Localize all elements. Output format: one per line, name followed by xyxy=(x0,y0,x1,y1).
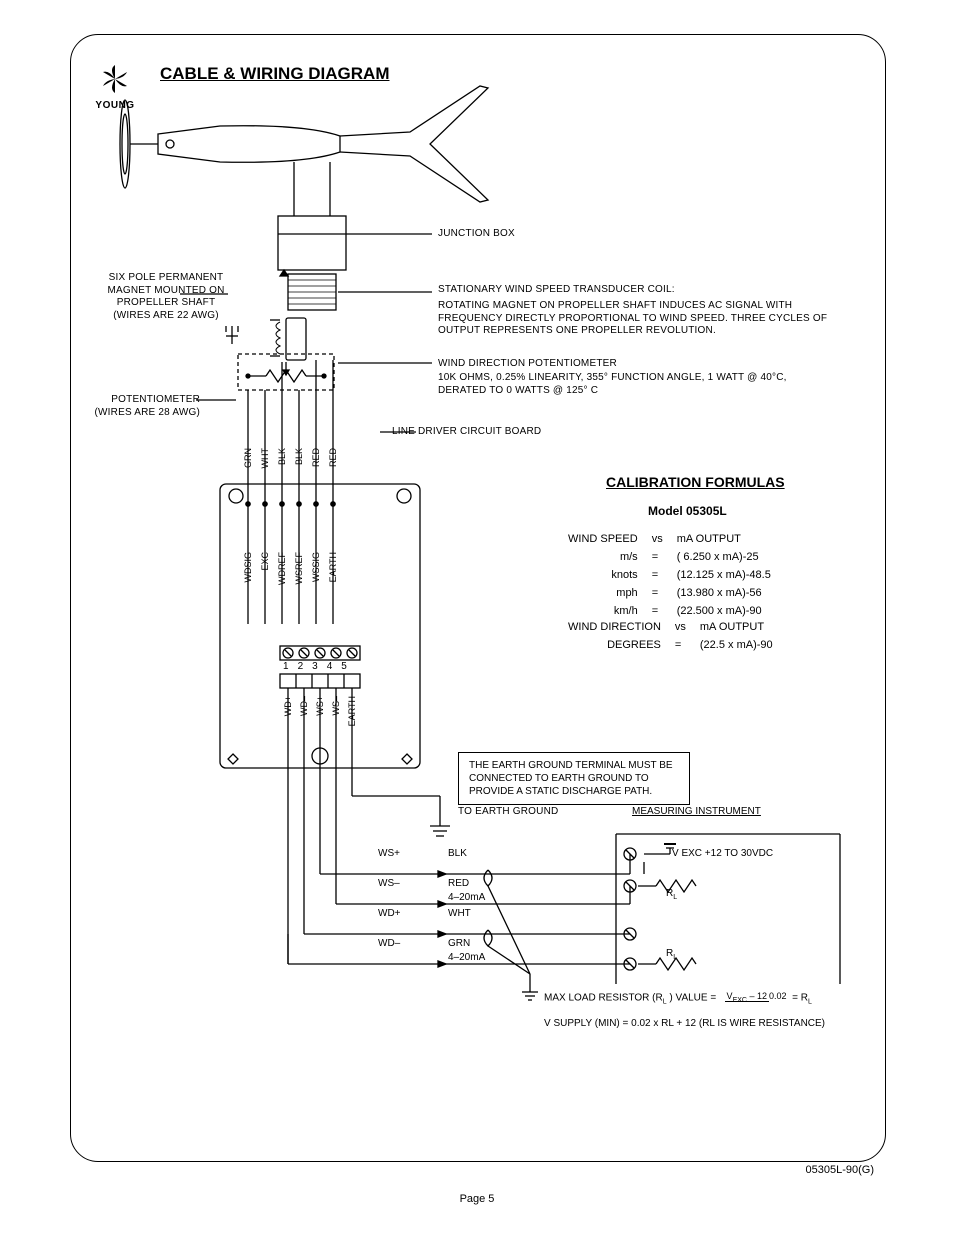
junction-box-label: JUNCTION BOX xyxy=(438,228,515,241)
to-earth-label: TO EARTH GROUND xyxy=(458,806,558,819)
output-tag: WS+ xyxy=(378,848,400,859)
table-row: knots=(12.125 x mA)-48.5 xyxy=(562,568,777,584)
signal-label: WDSIG xyxy=(243,552,253,583)
terminal-label: WD– xyxy=(299,696,309,716)
document-id: 05305L-90(G) xyxy=(806,1164,875,1176)
potentiometer-note: POTENTIOMETER (WIRES ARE 28 AWG) xyxy=(80,394,200,419)
coil-body: ROTATING MAGNET ON PROPELLER SHAFT INDUC… xyxy=(438,300,838,338)
measuring-instrument-label: MEASURING INSTRUMENT xyxy=(632,806,761,817)
output-color: BLK xyxy=(448,848,467,859)
wire-color: RED xyxy=(328,448,338,467)
output-tag: WD– xyxy=(378,938,400,949)
calibration-speed-table: WIND SPEEDvsmA OUTPUT m/s=( 6.250 x mA)-… xyxy=(560,530,779,622)
dir-pot-spec: 10K OHMS, 0.25% LINEARITY, 355° FUNCTION… xyxy=(438,372,838,397)
signal-label: EARTH xyxy=(328,552,338,582)
page-number: Page 5 xyxy=(0,1193,954,1205)
wire-color: RED xyxy=(311,448,321,467)
current-range: 4–20mA xyxy=(448,892,485,903)
coil-title: STATIONARY WIND SPEED TRANSDUCER COIL: xyxy=(438,284,675,297)
rl-label: RL xyxy=(666,888,677,901)
line-driver-label: LINE DRIVER CIRCUIT BOARD xyxy=(392,426,541,439)
table-row: WIND SPEEDvsmA OUTPUT xyxy=(562,532,777,548)
vexc-label: V EXC +12 TO 30VDC xyxy=(672,848,773,859)
table-row: m/s=( 6.250 x mA)-25 xyxy=(562,550,777,566)
rl-label: RL xyxy=(666,948,677,961)
max-load-formula: MAX LOAD RESISTOR (RL ) VALUE = VEXC – 1… xyxy=(544,992,812,1006)
terminal-label: WS+ xyxy=(315,696,325,716)
terminal-label: EARTH xyxy=(347,696,357,726)
output-color: WHT xyxy=(448,908,471,919)
current-range: 4–20mA xyxy=(448,952,485,963)
output-color: RED xyxy=(448,878,469,889)
earth-ground-note: THE EARTH GROUND TERMINAL MUST BE CONNEC… xyxy=(458,752,690,805)
wire-color: BLK xyxy=(277,448,287,465)
magnet-note: SIX POLE PERMANENT MAGNET MOUNTED ON PRO… xyxy=(96,272,236,322)
signal-label: WSREF xyxy=(294,552,304,585)
terminal-numbers: 12345 xyxy=(283,661,356,672)
output-color: GRN xyxy=(448,938,470,949)
output-tag: WD+ xyxy=(378,908,401,919)
output-tag: WS– xyxy=(378,878,400,889)
calibration-title: CALIBRATION FORMULAS xyxy=(606,474,785,490)
calibration-dir-table: WIND DIRECTIONvsmA OUTPUT DEGREES=(22.5 … xyxy=(560,618,781,656)
wire-color: BLK xyxy=(294,448,304,465)
table-row: DEGREES=(22.5 x mA)-90 xyxy=(562,638,779,654)
wire-color: GRN xyxy=(243,448,253,468)
vsupply-formula: V SUPPLY (MIN) = 0.02 x RL + 12 (RL IS W… xyxy=(544,1018,825,1029)
signal-label: WDREF xyxy=(277,552,287,585)
dir-pot-label: WIND DIRECTION POTENTIOMETER xyxy=(438,358,617,371)
signal-label: EXC xyxy=(260,552,270,571)
calibration-model: Model 05305L xyxy=(648,504,727,518)
table-row: mph=(13.980 x mA)-56 xyxy=(562,586,777,602)
table-row: WIND DIRECTIONvsmA OUTPUT xyxy=(562,620,779,636)
terminal-label: WS– xyxy=(331,696,341,716)
wire-color: WHT xyxy=(260,448,270,469)
signal-label: WSSIG xyxy=(311,552,321,582)
terminal-label: WD+ xyxy=(283,696,293,716)
